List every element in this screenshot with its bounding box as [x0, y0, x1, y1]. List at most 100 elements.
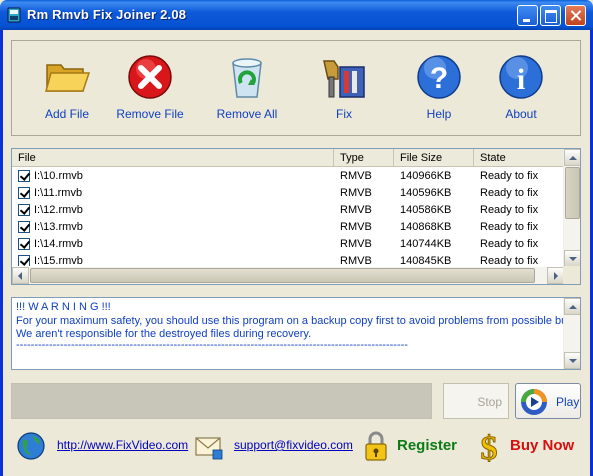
cell-size: 140586KB: [400, 204, 452, 216]
play-label: Play: [556, 395, 580, 409]
cell-type: RMVB: [340, 204, 372, 216]
cell-size: 140744KB: [400, 238, 452, 250]
cell-file: I:\10.rmvb: [34, 170, 83, 182]
cell-state: Ready to fix: [480, 255, 539, 266]
globe-icon: [17, 432, 45, 460]
table-row[interactable]: I:\13.rmvb RMVB 140868KB Ready to fix: [12, 219, 564, 236]
minimize-button[interactable]: [517, 5, 538, 26]
column-header-state[interactable]: State: [474, 149, 564, 167]
help-label: Help: [426, 107, 452, 121]
register-button[interactable]: Register: [397, 437, 457, 454]
app-icon: [7, 7, 21, 23]
cell-size: 140868KB: [400, 221, 452, 233]
list-vertical-scrollbar[interactable]: [563, 149, 580, 267]
close-button[interactable]: [565, 5, 586, 26]
memo-scroll-down-button[interactable]: [564, 352, 580, 369]
memo-scroll-up-button[interactable]: [564, 298, 580, 315]
cell-size: 140966KB: [400, 170, 452, 182]
row-checkbox[interactable]: [18, 255, 30, 266]
play-icon: [521, 389, 547, 415]
table-row[interactable]: I:\12.rmvb RMVB 140586KB Ready to fix: [12, 202, 564, 219]
scroll-corner: [563, 266, 580, 284]
cell-file: I:\12.rmvb: [34, 204, 83, 216]
add-file-button[interactable]: Add File: [32, 41, 102, 135]
row-checkbox[interactable]: [18, 204, 30, 216]
memo-vertical-scrollbar[interactable]: [563, 298, 580, 369]
help-button[interactable]: ? Help: [404, 41, 474, 135]
table-row[interactable]: I:\10.rmvb RMVB 140966KB Ready to fix: [12, 168, 564, 185]
column-header-type[interactable]: Type: [334, 149, 394, 167]
website-link[interactable]: http://www.FixVideo.com: [57, 438, 188, 452]
help-question-icon: ?: [417, 55, 461, 99]
column-header-file[interactable]: File: [12, 149, 334, 167]
envelope-icon: [195, 437, 223, 460]
cell-file: I:\11.rmvb: [34, 187, 83, 199]
fix-label: Fix: [336, 107, 352, 121]
cell-type: RMVB: [340, 255, 372, 266]
cell-state: Ready to fix: [480, 170, 539, 182]
table-row[interactable]: I:\15.rmvb RMVB 140845KB Ready to fix: [12, 253, 564, 266]
about-button[interactable]: i About: [486, 41, 556, 135]
remove-all-button[interactable]: Remove All: [212, 41, 282, 135]
toolbar: Add File Remove File Remove All Fix ? He…: [11, 40, 581, 136]
add-file-label: Add File: [44, 107, 90, 121]
row-checkbox[interactable]: [18, 238, 30, 250]
scroll-left-button[interactable]: [12, 267, 29, 284]
recycle-bin-icon: [232, 58, 262, 98]
window-title: Rm Rmvb Fix Joiner 2.08: [27, 7, 187, 22]
cell-state: Ready to fix: [480, 221, 539, 233]
maximize-button[interactable]: [540, 5, 561, 26]
cell-size: 140845KB: [400, 255, 452, 266]
cell-state: Ready to fix: [480, 204, 539, 216]
horizontal-scroll-thumb[interactable]: [30, 268, 535, 283]
warning-log[interactable]: !!! W A R N I N G !!! For your maximum s…: [11, 297, 581, 370]
cell-file: I:\15.rmvb: [34, 255, 83, 266]
cell-file: I:\13.rmvb: [34, 221, 83, 233]
table-row[interactable]: I:\14.rmvb RMVB 140744KB Ready to fix: [12, 236, 564, 253]
vertical-scroll-thumb[interactable]: [565, 167, 580, 219]
cell-state: Ready to fix: [480, 238, 539, 250]
row-checkbox[interactable]: [18, 221, 30, 233]
email-link[interactable]: support@fixvideo.com: [234, 438, 353, 452]
cell-size: 140596KB: [400, 187, 452, 199]
warning-divider: ----------------------------------------…: [16, 339, 408, 351]
play-button[interactable]: Play: [515, 383, 581, 419]
about-label: About: [505, 107, 537, 121]
remove-file-label: Remove File: [116, 107, 184, 121]
remove-x-icon: [128, 55, 172, 99]
svg-text:$: $: [481, 430, 498, 464]
list-header: File Type File Size State: [12, 149, 564, 167]
row-checkbox[interactable]: [18, 187, 30, 199]
cell-state: Ready to fix: [480, 187, 539, 199]
fix-button[interactable]: Fix: [312, 41, 376, 135]
list-horizontal-scrollbar[interactable]: [12, 267, 564, 284]
title-bar[interactable]: Rm Rmvb Fix Joiner 2.08: [0, 0, 593, 30]
scroll-down-button[interactable]: [564, 250, 580, 267]
file-list[interactable]: File Type File Size State I:\10.rmvb RMV…: [11, 148, 581, 285]
remove-file-button[interactable]: Remove File: [114, 41, 186, 135]
warning-line: For your maximum safety, you should use …: [16, 315, 581, 327]
warning-heading: !!! W A R N I N G !!!: [16, 301, 111, 313]
list-body: I:\10.rmvb RMVB 140966KB Ready to fix I:…: [12, 168, 564, 266]
padlock-key-icon: [365, 431, 387, 461]
buy-now-button[interactable]: Buy Now: [510, 437, 574, 454]
cell-type: RMVB: [340, 187, 372, 199]
scroll-up-button[interactable]: [564, 149, 580, 166]
cell-type: RMVB: [340, 170, 372, 182]
svg-text:i: i: [517, 63, 525, 96]
column-header-size[interactable]: File Size: [394, 149, 474, 167]
folder-open-icon: [45, 64, 91, 92]
window-frame-left: [0, 30, 3, 476]
row-checkbox[interactable]: [18, 170, 30, 182]
dollar-icon: $: [480, 430, 498, 465]
scroll-right-button[interactable]: [547, 267, 564, 284]
svg-text:?: ?: [430, 62, 448, 95]
table-row[interactable]: I:\11.rmvb RMVB 140596KB Ready to fix: [12, 185, 564, 202]
fix-tools-icon: [323, 60, 365, 98]
cell-file: I:\14.rmvb: [34, 238, 83, 250]
remove-all-label: Remove All: [216, 107, 278, 121]
cell-type: RMVB: [340, 238, 372, 250]
cell-type: RMVB: [340, 221, 372, 233]
about-info-icon: i: [499, 55, 543, 99]
stop-button[interactable]: Stop: [443, 383, 509, 419]
